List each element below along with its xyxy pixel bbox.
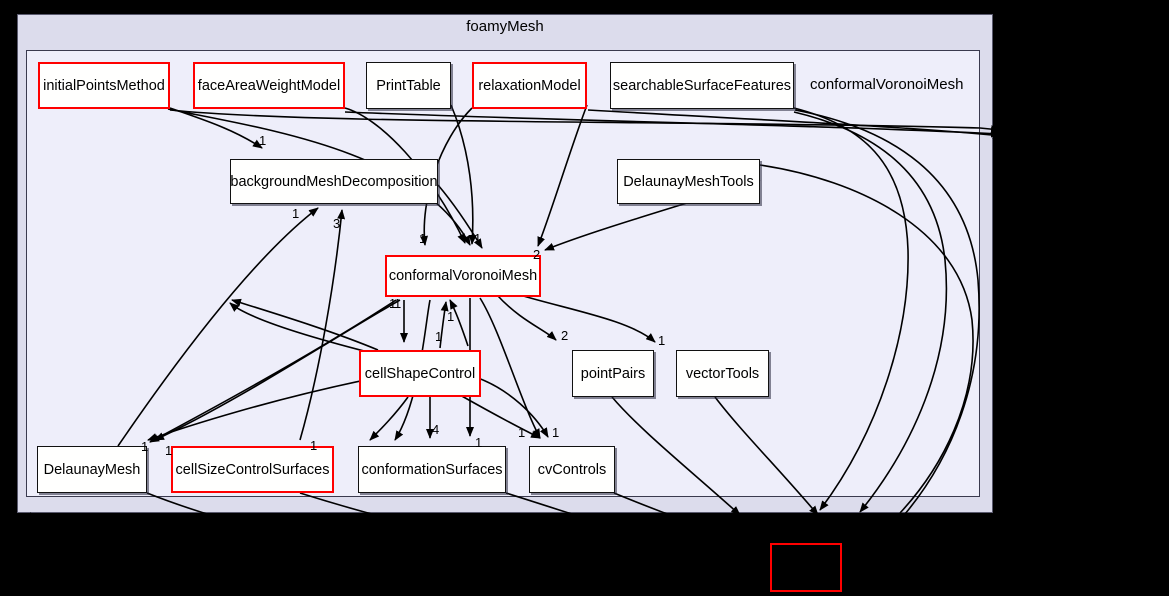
edge-label: 1 bbox=[394, 296, 402, 311]
node-label: DelaunayMeshTools bbox=[623, 173, 754, 190]
node-delaunaymesh[interactable]: DelaunayMesh bbox=[37, 446, 147, 493]
node-label: DelaunayMesh bbox=[43, 461, 141, 478]
edge-label: 2 bbox=[533, 247, 541, 262]
edge-label: 4 bbox=[432, 422, 440, 437]
edge-label: 1 bbox=[474, 231, 482, 246]
edge-label: 1 bbox=[310, 438, 318, 453]
edge-paths-plain bbox=[29, 109, 980, 581]
node-label: searchableSurfaceFeatures bbox=[612, 77, 792, 94]
edge-label: 1 bbox=[259, 133, 267, 148]
edge-label: 1 bbox=[518, 425, 526, 440]
node-relaxationmodel[interactable]: relaxationModel bbox=[472, 62, 587, 109]
node-label: cellShapeControl bbox=[364, 365, 476, 382]
edge-label: 1 bbox=[165, 443, 173, 458]
node-label: conformationSurfaces bbox=[361, 461, 503, 478]
node-conformalvoronoimesh[interactable]: conformalVoronoiMesh bbox=[385, 255, 541, 297]
node-label: pointPairs bbox=[580, 365, 646, 382]
node-searchablesurfacefeatures[interactable]: searchableSurfaceFeatures bbox=[610, 62, 794, 109]
edge-label: 1 bbox=[475, 435, 483, 450]
node-cellsizecontrolsurfaces[interactable]: cellSizeControlSurfaces bbox=[171, 446, 334, 493]
node-vectortools[interactable]: vectorTools bbox=[676, 350, 769, 397]
edge-label: 1 bbox=[419, 231, 427, 246]
node-label: faceAreaWeightModel bbox=[197, 77, 341, 94]
node-cvcontrols[interactable]: cvControls bbox=[529, 446, 615, 493]
edge-label: 3 bbox=[333, 216, 341, 231]
node-label: PrintTable bbox=[376, 77, 441, 94]
node-label: cellSizeControlSurfaces bbox=[175, 461, 330, 478]
node-label: conformalVoronoiMesh bbox=[388, 268, 538, 284]
node-printtable[interactable]: PrintTable bbox=[366, 62, 451, 109]
node-label: cvControls bbox=[537, 461, 607, 478]
edge-label: 1 bbox=[658, 333, 666, 348]
edge-label: 1 bbox=[141, 439, 149, 454]
node-pointpairs[interactable]: pointPairs bbox=[572, 350, 654, 397]
node-label: relaxationModel bbox=[478, 77, 581, 94]
edge-label: 1 bbox=[552, 425, 560, 440]
edge-label: 2 bbox=[561, 328, 569, 343]
bottom-highlight-box[interactable] bbox=[770, 543, 842, 592]
node-conformationsurfaces[interactable]: conformationSurfaces bbox=[358, 446, 506, 493]
node-label: backgroundMeshDecomposition bbox=[230, 173, 438, 190]
edge-label: 1 bbox=[292, 206, 300, 221]
graph-canvas: foamyMesh conformalVoronoiMesh initialPo… bbox=[0, 0, 1169, 596]
node-label: vectorTools bbox=[685, 365, 760, 382]
node-initialpointsmethod[interactable]: initialPointsMethod bbox=[38, 62, 170, 109]
edge-label: 1 bbox=[447, 309, 455, 324]
node-cellshapecontrol[interactable]: cellShapeControl bbox=[359, 350, 481, 397]
node-label: initialPointsMethod bbox=[43, 77, 165, 94]
node-backgroundmeshdecomposition[interactable]: backgroundMeshDecomposition bbox=[230, 159, 438, 204]
edge-label: 1 bbox=[435, 329, 443, 344]
node-delaunaymeshtools[interactable]: DelaunayMeshTools bbox=[617, 159, 760, 204]
node-faceareaweightmodel[interactable]: faceAreaWeightModel bbox=[193, 62, 345, 109]
